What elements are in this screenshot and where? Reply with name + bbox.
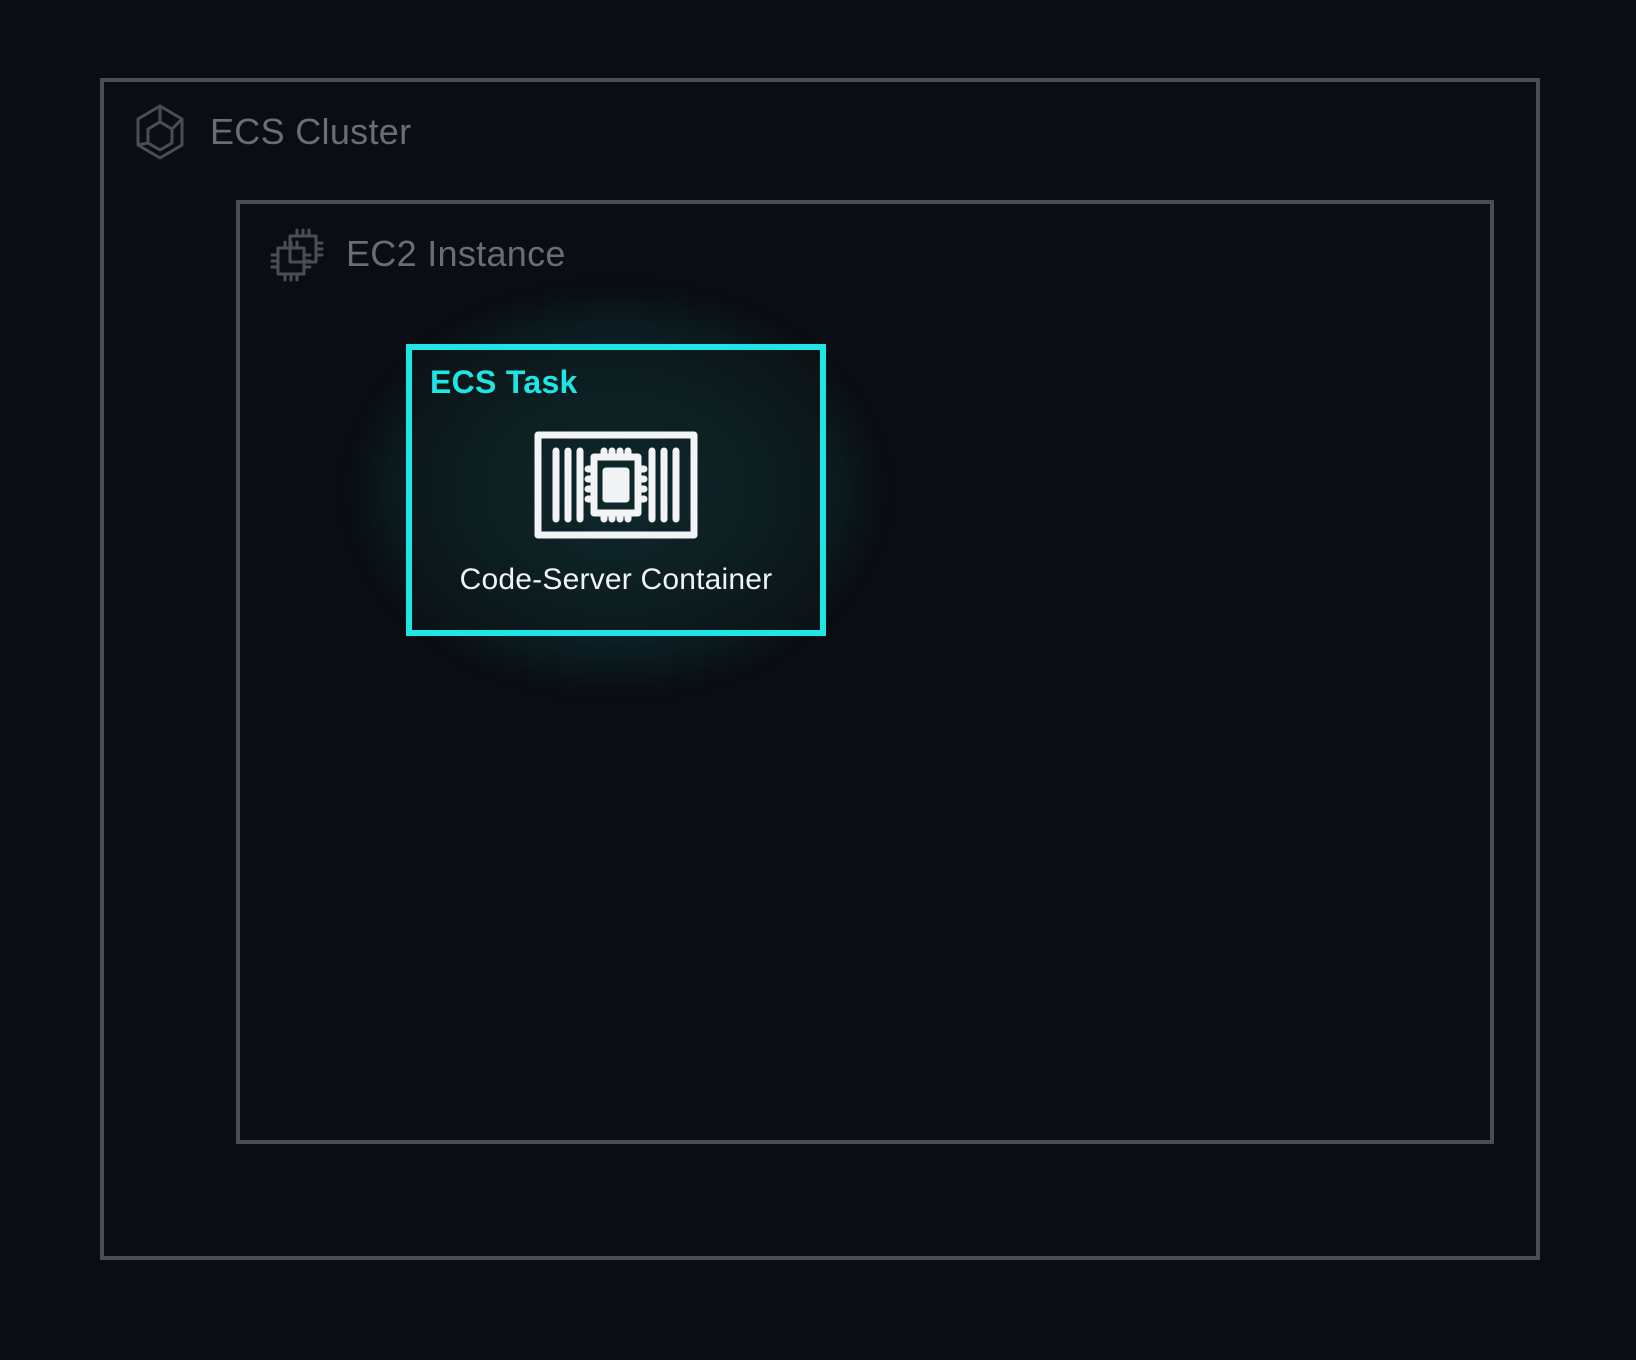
container-barcode-icon [532,429,700,541]
ec2-instance-label: EC2 Instance [346,233,566,275]
ecs-task-content: Code-Server Container [412,414,820,612]
container-label: Code-Server Container [460,563,773,597]
ec2-instance-header: EC2 Instance [240,204,1490,286]
ecs-task-box: ECS Task [406,344,826,636]
ecs-task-glow: ECS Task [406,344,826,636]
ec2-chip-icon [264,222,328,286]
ecs-task-label: ECS Task [412,350,820,401]
ecs-cluster-icon [128,100,192,164]
ecs-cluster-label: ECS Cluster [210,111,411,153]
ecs-cluster-header: ECS Cluster [104,82,1536,164]
